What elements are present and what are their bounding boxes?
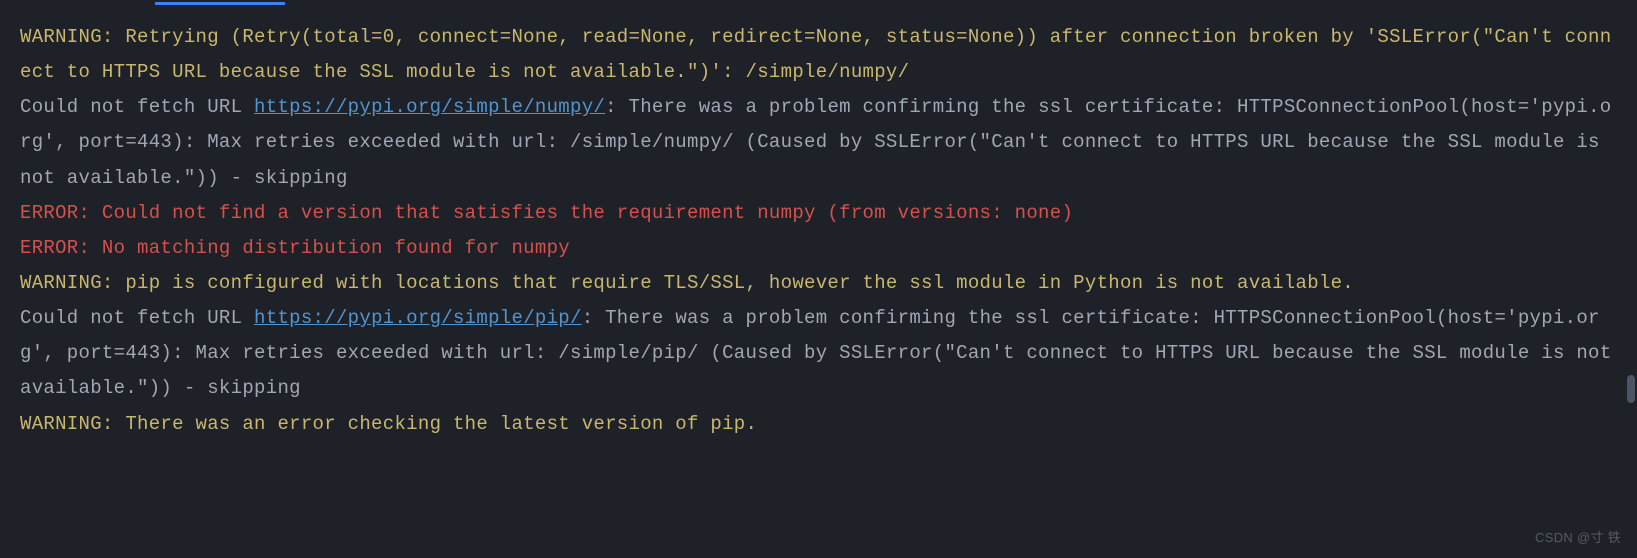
- warning-text: WARNING: There was an error checking the…: [20, 413, 757, 435]
- error-text: ERROR: Could not find a version that sat…: [20, 202, 1073, 224]
- terminal-line: Could not fetch URL https://pypi.org/sim…: [20, 301, 1617, 406]
- scrollbar-thumb[interactable]: [1627, 375, 1635, 403]
- terminal-output: WARNING: Retrying (Retry(total=0, connec…: [20, 20, 1617, 442]
- watermark: CSDN @寸 铁: [1535, 526, 1621, 550]
- terminal-line: ERROR: Could not find a version that sat…: [20, 196, 1617, 231]
- terminal-line: WARNING: Retrying (Retry(total=0, connec…: [20, 20, 1617, 90]
- error-text: ERROR: No matching distribution found fo…: [20, 237, 570, 259]
- output-text: Could not fetch URL: [20, 96, 254, 118]
- warning-text: WARNING: Retrying (Retry(total=0, connec…: [20, 26, 1611, 83]
- terminal-line: WARNING: There was an error checking the…: [20, 407, 1617, 442]
- warning-text: WARNING: pip is configured with location…: [20, 272, 1354, 294]
- active-tab-indicator: [155, 2, 285, 5]
- output-text: Could not fetch URL: [20, 307, 254, 329]
- terminal-line: Could not fetch URL https://pypi.org/sim…: [20, 90, 1617, 195]
- url-link[interactable]: https://pypi.org/simple/numpy/: [254, 96, 605, 118]
- terminal-line: WARNING: pip is configured with location…: [20, 266, 1617, 301]
- url-link[interactable]: https://pypi.org/simple/pip/: [254, 307, 582, 329]
- terminal-line: ERROR: No matching distribution found fo…: [20, 231, 1617, 266]
